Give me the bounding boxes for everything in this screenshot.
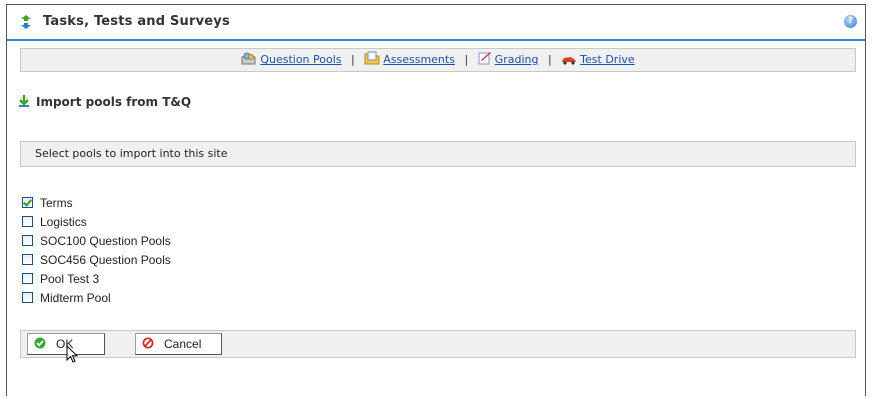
- pool-item-soc100[interactable]: SOC100 Question Pools: [22, 231, 171, 250]
- pool-list: Terms Logistics SOC100 Question Pools SO…: [22, 193, 171, 307]
- grading-icon: [478, 51, 492, 73]
- pool-label: SOC456 Question Pools: [40, 252, 171, 267]
- assessments-icon: [364, 51, 380, 73]
- pool-label: Pool Test 3: [40, 271, 100, 286]
- nav-assessments-link[interactable]: Assessments: [383, 53, 455, 66]
- test-drive-car-icon: [561, 51, 577, 73]
- pool-item-soc456[interactable]: SOC456 Question Pools: [22, 250, 171, 269]
- pool-item-terms[interactable]: Terms: [22, 193, 171, 212]
- nav-separator: |: [464, 53, 469, 66]
- section-heading: Import pools from T&Q: [18, 94, 191, 111]
- title-bar: Tasks, Tests and Surveys ?: [7, 5, 865, 41]
- pool-item-midterm[interactable]: Midterm Pool: [22, 288, 171, 307]
- pool-label: Terms: [40, 195, 73, 210]
- pool-checkbox[interactable]: [22, 197, 33, 208]
- cancel-button[interactable]: Cancel: [135, 333, 222, 355]
- tool-navbar: Question Pools | Assessments | Grading |…: [20, 48, 856, 72]
- pool-checkbox[interactable]: [22, 254, 33, 265]
- pool-label: Midterm Pool: [40, 290, 111, 305]
- cancel-label: Cancel: [164, 337, 202, 351]
- import-icon: [18, 94, 30, 111]
- instructions-bar: Select pools to import into this site: [20, 141, 856, 167]
- nav-separator: |: [351, 53, 355, 66]
- page-title: Tasks, Tests and Surveys: [43, 14, 230, 29]
- action-bar: OK Cancel: [20, 330, 856, 358]
- help-icon[interactable]: ?: [844, 15, 857, 28]
- pool-checkbox[interactable]: [22, 273, 33, 284]
- nav-separator: |: [547, 53, 552, 66]
- tool-arrows-icon: [19, 14, 33, 30]
- question-pools-icon: [241, 51, 257, 73]
- section-title: Import pools from T&Q: [36, 95, 192, 109]
- pool-checkbox[interactable]: [22, 235, 33, 246]
- pool-checkbox[interactable]: [22, 292, 33, 303]
- pool-checkbox[interactable]: [22, 216, 33, 227]
- nav-test-drive-link[interactable]: Test Drive: [580, 53, 634, 66]
- nav-grading-link[interactable]: Grading: [495, 53, 539, 66]
- pool-label: SOC100 Question Pools: [40, 233, 171, 248]
- pool-item-pool-test-3[interactable]: Pool Test 3: [22, 269, 171, 288]
- pool-label: Logistics: [40, 214, 87, 229]
- mouse-pointer-icon: [66, 344, 79, 368]
- pool-item-logistics[interactable]: Logistics: [22, 212, 171, 231]
- check-circle-icon: [34, 337, 46, 352]
- nav-question-pools-link[interactable]: Question Pools: [260, 53, 341, 66]
- cancel-circle-icon: [142, 337, 154, 352]
